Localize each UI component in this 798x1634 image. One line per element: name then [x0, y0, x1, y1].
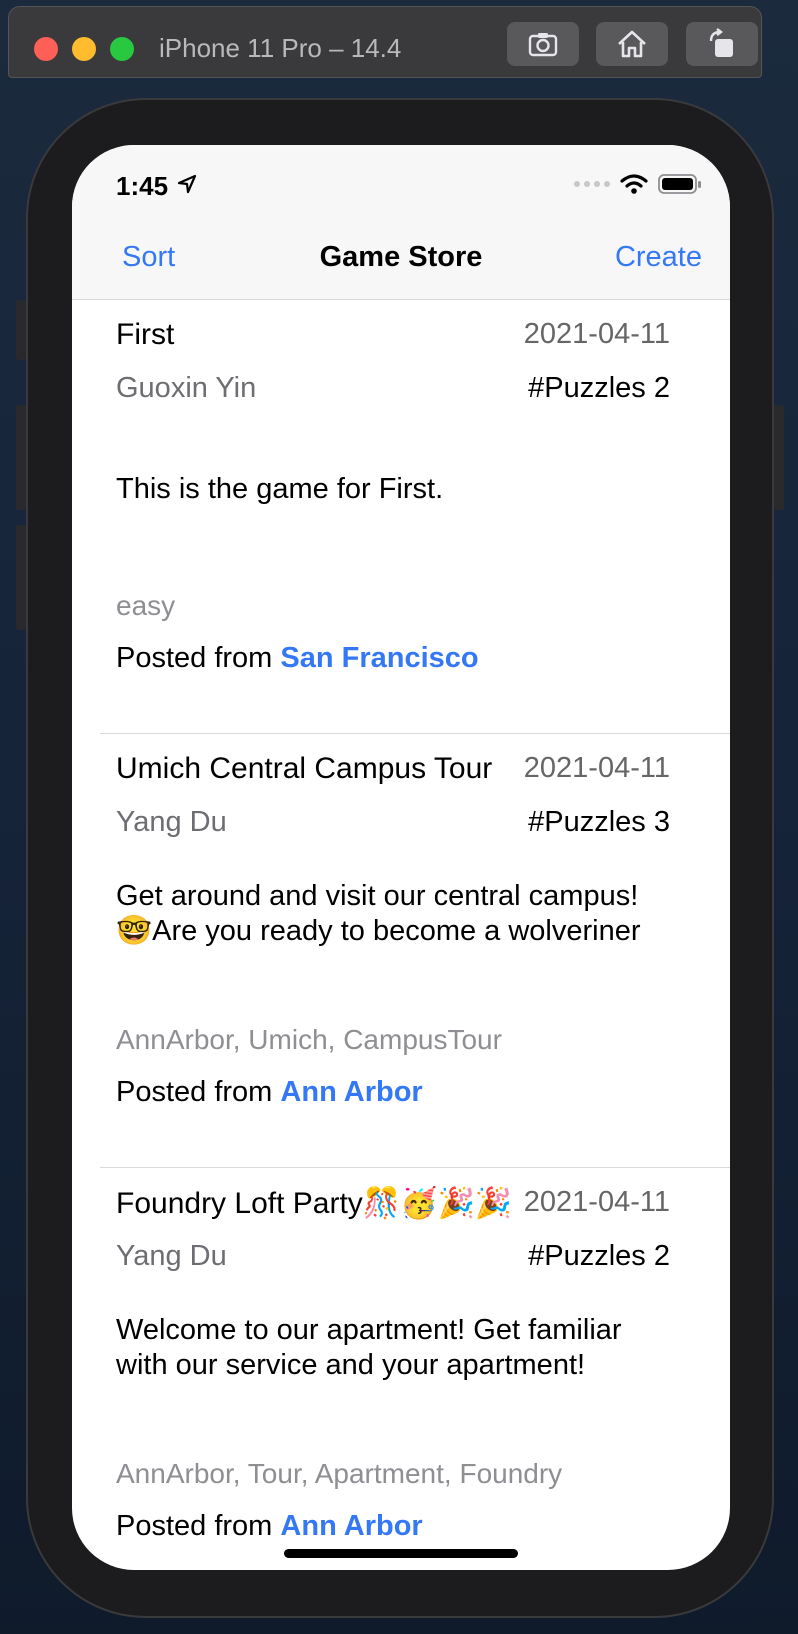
screenshot-button[interactable]: [507, 22, 579, 66]
posted-prefix: Posted from: [116, 1510, 281, 1542]
create-button[interactable]: Create: [615, 241, 702, 274]
rotate-icon: [709, 28, 733, 57]
game-date: 2021-04-11: [523, 752, 670, 784]
game-description: Get around and visit our central campus!…: [116, 880, 641, 947]
status-bar: 1:45: [72, 145, 730, 225]
navigation-bar: Sort Game Store Create: [72, 225, 730, 300]
game-title: First: [116, 318, 175, 351]
home-button[interactable]: [596, 22, 668, 66]
camera-icon: [528, 33, 558, 57]
game-author: Yang Du: [116, 1240, 227, 1272]
game-tags: easy: [116, 590, 176, 621]
puzzle-count: #Puzzles 2: [528, 372, 670, 404]
silent-switch: [16, 300, 26, 360]
posted-from: Posted from San Francisco: [116, 642, 479, 675]
location-link[interactable]: San Francisco: [280, 642, 478, 674]
posted-from: Posted from Ann Arbor: [116, 1076, 423, 1109]
volume-up-button: [16, 405, 26, 510]
iphone-screen: 1:45 Sort Game Store Create First 2021-0…: [72, 145, 730, 1570]
posted-prefix: Posted from: [116, 642, 281, 674]
game-card[interactable]: Foundry Loft Party🎊🥳🎉🎉 2021-04-11 Yang D…: [72, 1168, 730, 1570]
posted-prefix: Posted from: [116, 1076, 281, 1108]
location-link[interactable]: Ann Arbor: [280, 1510, 422, 1542]
game-author: Guoxin Yin: [116, 372, 257, 404]
game-tags: AnnArbor, Umich, CampusTour: [116, 1024, 502, 1055]
close-window-button[interactable]: [34, 37, 58, 61]
battery-icon: [658, 173, 702, 195]
game-date: 2021-04-11: [523, 318, 670, 350]
game-card[interactable]: Umich Central Campus Tour 2021-04-11 Yan…: [72, 734, 730, 1168]
game-author: Yang Du: [116, 806, 227, 838]
rotate-button[interactable]: [686, 22, 758, 66]
simulator-title: iPhone 11 Pro – 14.4: [159, 33, 402, 63]
game-tags: AnnArbor, Tour, Apartment, Foundry: [116, 1458, 563, 1489]
location-link[interactable]: Ann Arbor: [280, 1076, 422, 1108]
game-description: This is the game for First.: [116, 473, 444, 505]
status-time: 1:45: [116, 171, 169, 201]
game-date: 2021-04-11: [523, 1186, 670, 1218]
status-indicators: [574, 173, 702, 195]
game-title: Foundry Loft Party🎊🥳🎉🎉: [116, 1187, 513, 1220]
power-button: [774, 405, 784, 510]
cellular-signal-icon: [574, 181, 610, 187]
minimize-window-button[interactable]: [72, 37, 96, 61]
puzzle-count: #Puzzles 2: [528, 1240, 670, 1272]
simulator-titlebar: iPhone 11 Pro – 14.4: [8, 6, 762, 78]
zoom-window-button[interactable]: [110, 37, 134, 61]
wifi-icon: [620, 173, 648, 195]
game-description: Welcome to our apartment! Get familiar w…: [116, 1314, 622, 1381]
home-indicator[interactable]: [284, 1549, 518, 1558]
home-icon: [618, 30, 646, 58]
game-title: Umich Central Campus Tour: [116, 752, 493, 785]
location-arrow-icon: [177, 174, 197, 194]
game-card[interactable]: First 2021-04-11 Guoxin Yin #Puzzles 2 T…: [72, 300, 730, 734]
posted-from: Posted from Ann Arbor: [116, 1510, 423, 1543]
puzzle-count: #Puzzles 3: [528, 806, 670, 838]
game-list[interactable]: First 2021-04-11 Guoxin Yin #Puzzles 2 T…: [72, 300, 730, 1570]
volume-down-button: [16, 525, 26, 630]
